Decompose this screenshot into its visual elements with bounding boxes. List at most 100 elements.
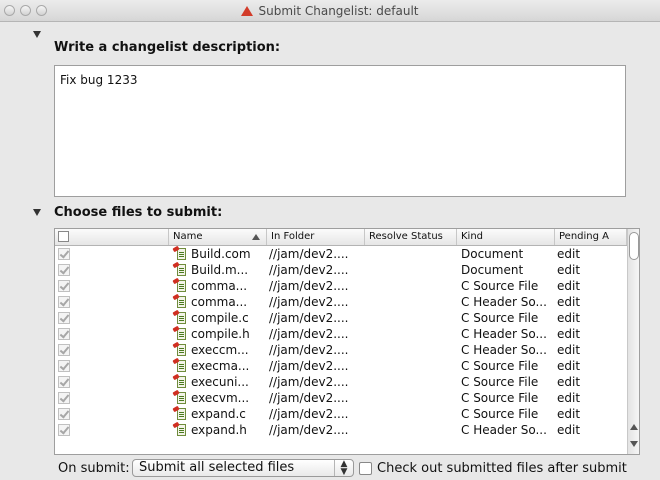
file-pending-action: edit	[557, 359, 581, 373]
description-text: Fix bug 1233	[60, 73, 138, 87]
scrollbar-thumb[interactable]	[629, 232, 639, 260]
file-select-checkbox[interactable]	[58, 360, 70, 372]
file-folder: //jam/dev2....	[269, 391, 349, 405]
select-all-checkbox[interactable]	[58, 231, 69, 242]
select-stepper-icon: ▲ ▼	[334, 460, 353, 477]
table-row[interactable]: execuni... //jam/dev2.... C Source File …	[55, 373, 627, 390]
file-select-checkbox[interactable]	[58, 408, 70, 420]
on-submit-select[interactable]: Submit all selected files ▲ ▼	[132, 459, 354, 477]
file-name: execma...	[191, 359, 250, 373]
file-folder: //jam/dev2....	[269, 343, 349, 357]
table-row[interactable]: comma... //jam/dev2.... C Header So... e…	[55, 293, 627, 310]
file-kind: Document	[461, 247, 524, 261]
title-bar: Submit Changelist: default	[0, 0, 660, 22]
column-header-name[interactable]: Name	[169, 229, 267, 245]
on-submit-selected-value: Submit all selected files	[139, 460, 295, 475]
window-title: Submit Changelist: default	[0, 4, 660, 18]
file-resolve-status	[367, 294, 455, 310]
file-pending-action: edit	[557, 407, 581, 421]
file-kind: C Header So...	[461, 327, 547, 341]
file-select-checkbox[interactable]	[58, 328, 70, 340]
column-pending-label: Pending A	[559, 231, 609, 242]
file-select-checkbox[interactable]	[58, 264, 70, 276]
file-kind: C Source File	[461, 391, 539, 405]
window-title-text: Submit Changelist: default	[258, 4, 419, 18]
file-kind: C Header So...	[461, 343, 547, 357]
file-select-checkbox[interactable]	[58, 248, 70, 260]
column-folder-label: In Folder	[271, 231, 315, 242]
scroll-up-arrow-icon[interactable]	[630, 424, 638, 430]
file-name: Build.m...	[191, 263, 249, 277]
scroll-down-arrow-icon[interactable]	[630, 441, 638, 447]
file-kind: C Source File	[461, 311, 539, 325]
file-select-checkbox[interactable]	[58, 280, 70, 292]
file-name: comma...	[191, 295, 248, 309]
source-file-icon	[172, 341, 187, 357]
file-resolve-status	[367, 342, 455, 358]
file-name: expand.c	[191, 407, 246, 421]
file-folder: //jam/dev2....	[269, 247, 349, 261]
file-name: execuni...	[191, 375, 249, 389]
footer-bar: On submit: Submit all selected files ▲ ▼ …	[0, 458, 660, 480]
source-file-icon	[172, 389, 187, 405]
file-name: comma...	[191, 279, 248, 293]
file-folder: //jam/dev2....	[269, 407, 349, 421]
file-resolve-status	[367, 422, 455, 438]
file-pending-action: edit	[557, 311, 581, 325]
source-file-icon	[172, 293, 187, 309]
checkout-after-submit-checkbox[interactable]	[359, 462, 372, 475]
column-header-kind[interactable]: Kind	[457, 229, 555, 245]
file-name: Build.com	[191, 247, 251, 261]
file-folder: //jam/dev2....	[269, 295, 349, 309]
table-row[interactable]: compile.h //jam/dev2.... C Header So... …	[55, 325, 627, 342]
file-kind: Document	[461, 263, 524, 277]
sort-ascending-icon	[252, 234, 260, 240]
table-row[interactable]: compile.c //jam/dev2.... C Source File e…	[55, 309, 627, 326]
checkout-after-submit-label[interactable]: Check out submitted files after submit	[377, 461, 627, 476]
column-header-resolve[interactable]: Resolve Status	[365, 229, 457, 245]
source-file-icon	[172, 277, 187, 293]
table-row[interactable]: execvm... //jam/dev2.... C Source File e…	[55, 389, 627, 406]
table-row[interactable]: comma... //jam/dev2.... C Source File ed…	[55, 277, 627, 294]
file-resolve-status	[367, 262, 455, 278]
warning-icon	[241, 6, 254, 16]
file-select-checkbox[interactable]	[58, 312, 70, 324]
file-select-checkbox[interactable]	[58, 344, 70, 356]
table-row[interactable]: expand.c //jam/dev2.... C Source File ed…	[55, 405, 627, 422]
column-header-select[interactable]	[55, 229, 169, 245]
file-folder: //jam/dev2....	[269, 359, 349, 373]
file-kind: C Source File	[461, 407, 539, 421]
file-select-checkbox[interactable]	[58, 296, 70, 308]
file-folder: //jam/dev2....	[269, 311, 349, 325]
table-row[interactable]: execcm... //jam/dev2.... C Header So... …	[55, 341, 627, 358]
source-file-icon	[172, 309, 187, 325]
file-kind: C Source File	[461, 279, 539, 293]
file-kind: C Header So...	[461, 423, 547, 437]
description-textarea[interactable]: Fix bug 1233	[54, 65, 626, 197]
table-row[interactable]: expand.h //jam/dev2.... C Header So... e…	[55, 421, 627, 438]
file-select-checkbox[interactable]	[58, 424, 70, 436]
column-header-pending[interactable]: Pending A	[555, 229, 627, 245]
description-disclosure-triangle[interactable]	[33, 31, 41, 38]
file-resolve-status	[367, 390, 455, 406]
vertical-scrollbar[interactable]	[627, 229, 639, 454]
files-disclosure-triangle[interactable]	[33, 209, 41, 216]
source-file-icon	[172, 245, 187, 261]
source-file-icon	[172, 261, 187, 277]
file-pending-action: edit	[557, 423, 581, 437]
file-kind: C Header So...	[461, 295, 547, 309]
file-folder: //jam/dev2....	[269, 263, 349, 277]
table-body: Build.com //jam/dev2.... Document edit B…	[55, 245, 627, 438]
column-resolve-label: Resolve Status	[369, 231, 443, 242]
file-pending-action: edit	[557, 263, 581, 277]
table-row[interactable]: Build.com //jam/dev2.... Document edit	[55, 245, 627, 262]
file-folder: //jam/dev2....	[269, 279, 349, 293]
file-select-checkbox[interactable]	[58, 392, 70, 404]
table-row[interactable]: Build.m... //jam/dev2.... Document edit	[55, 261, 627, 278]
table-row[interactable]: execma... //jam/dev2.... C Source File e…	[55, 357, 627, 374]
column-header-folder[interactable]: In Folder	[267, 229, 365, 245]
file-resolve-status	[367, 246, 455, 262]
file-select-checkbox[interactable]	[58, 376, 70, 388]
file-kind: C Source File	[461, 359, 539, 373]
file-pending-action: edit	[557, 295, 581, 309]
